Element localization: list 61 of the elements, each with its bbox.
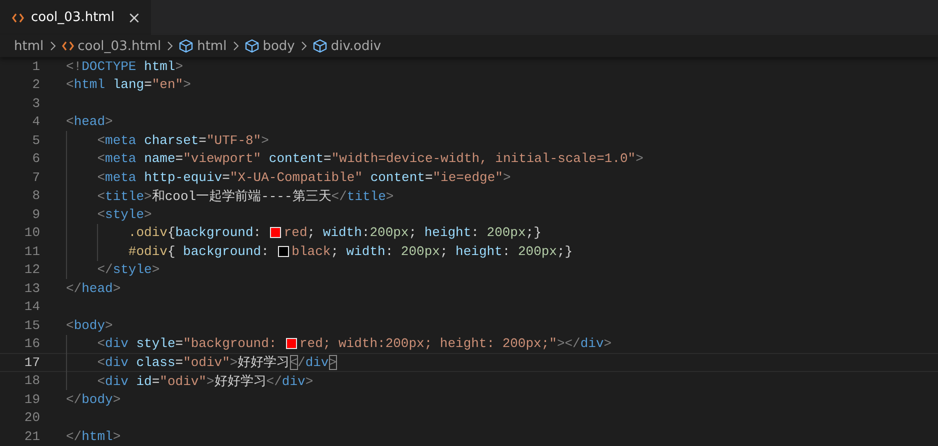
breadcrumb-item[interactable]: div.odiv xyxy=(330,38,382,54)
line-number: 9 xyxy=(31,206,40,222)
code-text: #odiv{ background: xyxy=(127,244,270,259)
code-text: </head> xyxy=(66,280,121,296)
code-text: <head> xyxy=(66,114,113,130)
breadcrumb-item[interactable]: body xyxy=(262,38,295,54)
color-swatch-icon[interactable] xyxy=(270,227,281,238)
line-number: 6 xyxy=(31,151,40,166)
line-number: 21 xyxy=(23,428,40,444)
cube-icon xyxy=(244,39,259,53)
line-number: 17 xyxy=(23,354,40,370)
line-number: 7 xyxy=(31,170,40,185)
cube-icon xyxy=(312,39,327,53)
code-file-icon xyxy=(12,12,24,22)
code-text: red; width:200px; height: 200px;"></div> xyxy=(300,336,612,352)
line-number: 2 xyxy=(31,77,40,92)
line-number: 5 xyxy=(31,132,40,148)
breadcrumb-item[interactable]: cool_03.html xyxy=(78,38,162,54)
code-text: <!DOCTYPE html> xyxy=(66,58,184,74)
chevron-icon xyxy=(298,41,309,51)
line-number: 8 xyxy=(31,188,40,204)
line-number: 14 xyxy=(23,299,40,314)
tab-label: cool_03.html xyxy=(31,10,114,25)
code-text: <body> xyxy=(66,318,113,333)
code-text: <style> xyxy=(96,206,152,222)
close-icon[interactable]: × xyxy=(127,10,141,26)
code-text: <div id="odiv">好好学习</div> xyxy=(96,372,314,390)
line-number: 10 xyxy=(23,225,40,240)
line-number: 4 xyxy=(31,114,40,130)
line-number: 16 xyxy=(23,336,40,352)
code-text: </html> xyxy=(66,428,121,444)
color-swatch-icon[interactable] xyxy=(278,246,289,257)
editor-tab[interactable]: cool_03.html × xyxy=(0,0,151,35)
code-text: <title>和cool一起学前端----第三天</title> xyxy=(96,188,394,205)
code-file-icon xyxy=(62,41,74,51)
line-number: 20 xyxy=(23,410,40,426)
code-text: black; width: 200px; height: 200px;} xyxy=(292,244,573,259)
code-text: </style> xyxy=(96,262,160,278)
line-number: 1 xyxy=(31,58,40,74)
color-swatch-icon[interactable] xyxy=(286,338,296,350)
code-text: .odiv{background: xyxy=(127,225,262,240)
line-number: 11 xyxy=(23,244,40,259)
line-number: 3 xyxy=(31,96,40,111)
code-text: <meta name="viewport" content="width=device-width, initial-scale=1.0"> xyxy=(96,151,644,166)
line-number: 12 xyxy=(23,262,40,278)
chevron-icon xyxy=(230,41,241,51)
code-text: <meta http-equiv="X-UA-Compatible" content="ie=edge"> xyxy=(96,170,511,185)
breadcrumb-item[interactable]: html xyxy=(197,38,227,54)
line-number: 18 xyxy=(23,373,40,388)
line-number: 15 xyxy=(23,318,40,333)
breadcrumb-item[interactable]: html xyxy=(14,38,44,54)
cube-icon xyxy=(179,39,194,53)
code-text: </body> xyxy=(66,392,121,407)
chevron-icon xyxy=(48,41,58,51)
code-text: <meta charset="UTF-8"> xyxy=(96,132,269,148)
code-text: red; width:200px; height: 200px;} xyxy=(284,225,542,240)
line-number: 13 xyxy=(23,280,40,296)
chevron-icon xyxy=(165,41,176,51)
line-number: 19 xyxy=(23,392,40,407)
code-text: <div style="background: xyxy=(96,336,278,352)
code-text: <html lang="en"> xyxy=(66,77,191,92)
